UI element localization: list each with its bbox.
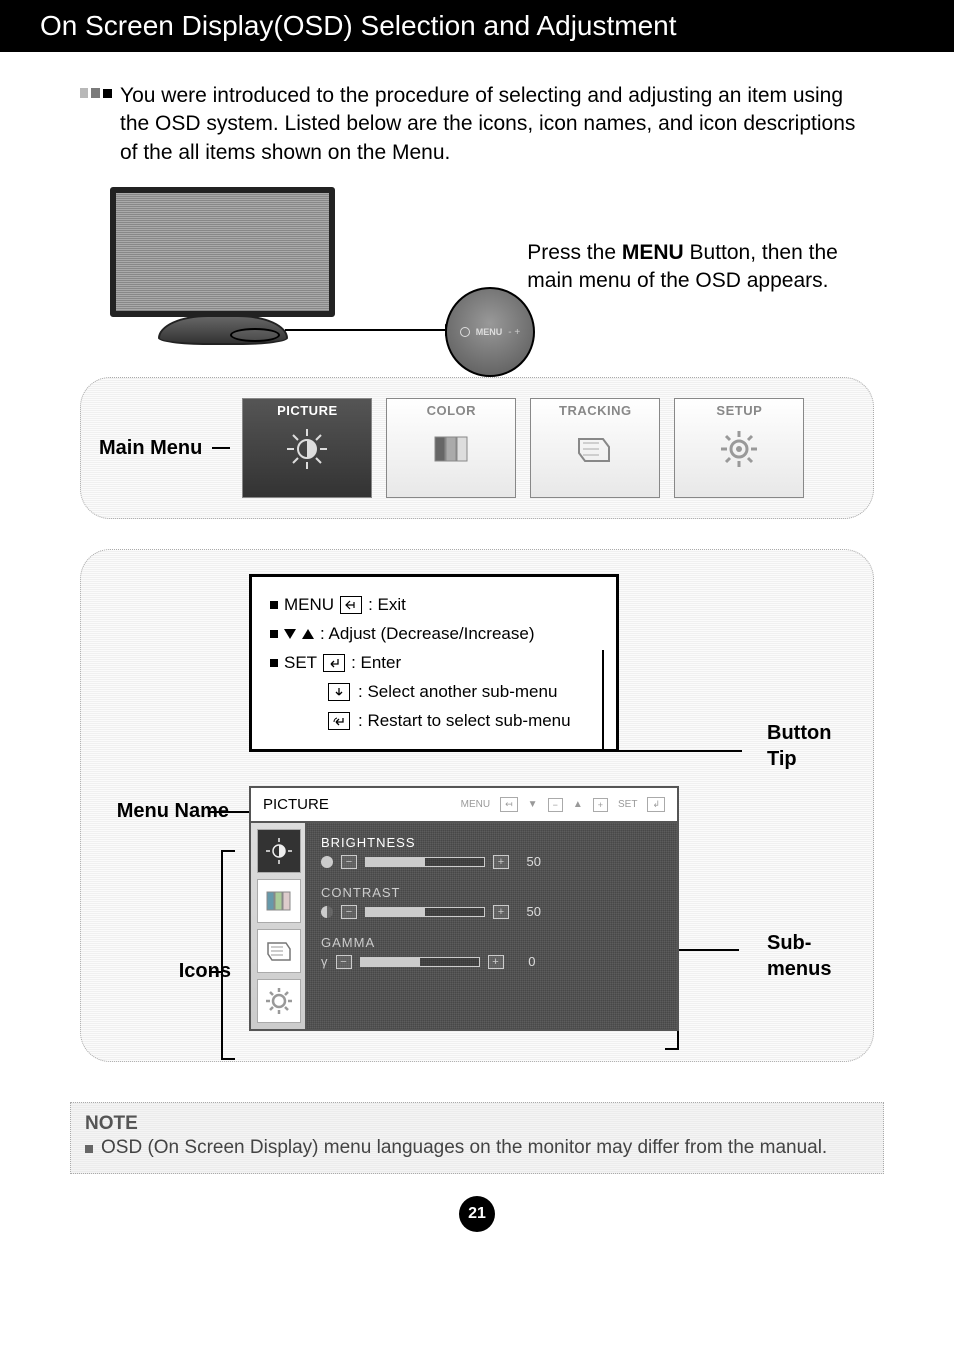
minus-button[interactable]: − — [341, 905, 357, 919]
osd-item-brightness[interactable]: BRIGHTNESS − + 50 — [321, 835, 663, 869]
enter-mini-icon: ↲ — [647, 797, 665, 812]
osd-item-title: BRIGHTNESS — [321, 835, 663, 850]
osd-item-gamma[interactable]: GAMMA γ − + 0 — [321, 935, 663, 969]
sidebar-icon-setup[interactable] — [257, 979, 301, 1023]
button-tip-label: Button Tip — [767, 720, 847, 772]
menu-tile-color[interactable]: COLOR — [386, 398, 516, 498]
plus-button[interactable]: + — [488, 955, 504, 969]
menu-tile-picture[interactable]: PICTURE — [242, 398, 372, 498]
gear-icon — [714, 424, 764, 474]
osd-item-title: CONTRAST — [321, 885, 663, 900]
restart-key-icon — [328, 712, 350, 730]
minus-button[interactable]: − — [336, 955, 352, 969]
leader-line — [679, 949, 739, 951]
triangle-down-icon — [284, 629, 296, 639]
menu-tile-setup[interactable]: SETUP — [674, 398, 804, 498]
down-arrow-key-icon — [328, 683, 350, 701]
monitor-diagram: Press the MENU Button, then the main men… — [110, 187, 874, 347]
page-title: On Screen Display(OSD) Selection and Adj… — [0, 0, 954, 52]
triangle-up-icon — [302, 629, 314, 639]
exit-key-icon — [340, 596, 362, 614]
leader-line — [212, 447, 230, 449]
menu-tile-title: TRACKING — [531, 403, 659, 418]
osd-window: PICTURE MENU↤ ▼− ▲+ SET↲ — [249, 786, 679, 1031]
main-menu-tiles: PICTURE COLOR TRACKING SETUP — [242, 398, 855, 498]
color-icon — [426, 424, 476, 474]
sub-menus-label: Sub-menus — [767, 930, 847, 982]
button-tip-box: MENU : Exit : Adjust (Decrease/Increase)… — [249, 574, 619, 752]
plus-button[interactable]: + — [493, 905, 509, 919]
menu-tile-tracking[interactable]: TRACKING — [530, 398, 660, 498]
leader-line — [602, 650, 604, 750]
main-menu-label: Main Menu — [99, 437, 202, 460]
plus-button[interactable]: + — [493, 855, 509, 869]
osd-item-value: 50 — [517, 854, 541, 869]
osd-detail-panel: MENU : Exit : Adjust (Decrease/Increase)… — [80, 549, 874, 1062]
brightness-icon — [282, 424, 332, 474]
leader-line — [602, 750, 742, 752]
note-title: NOTE — [85, 1113, 869, 1135]
button-tip-adjust: : Adjust (Decrease/Increase) — [270, 620, 598, 649]
note-box: NOTE OSD (On Screen Display) menu langua… — [70, 1102, 884, 1174]
osd-item-title: GAMMA — [321, 935, 663, 950]
sidebar-icon-tracking[interactable] — [257, 929, 301, 973]
sidebar-icon-brightness[interactable] — [257, 829, 301, 873]
osd-header-keys: MENU↤ ▼− ▲+ SET↲ — [461, 797, 665, 812]
press-menu-text: Press the MENU Button, then the main men… — [527, 239, 874, 296]
button-tip-menu-exit: MENU : Exit — [270, 591, 598, 620]
button-tip-restart-submenu: : Restart to select sub-menu — [328, 707, 598, 736]
plus-mini-icon: + — [593, 798, 608, 812]
arrow-line — [285, 329, 455, 331]
slider-track[interactable] — [365, 907, 485, 917]
gamma-icon: γ — [321, 954, 328, 969]
slider-track[interactable] — [365, 857, 485, 867]
osd-item-value: 0 — [512, 954, 536, 969]
button-tip-set-enter: SET : Enter — [270, 649, 598, 678]
menu-tile-title: PICTURE — [243, 403, 371, 418]
intro-paragraph: You were introduced to the procedure of … — [80, 82, 874, 167]
controls-zoom-circle: MENU - + — [445, 287, 535, 377]
osd-menu-name: PICTURE — [263, 796, 329, 813]
osd-item-contrast[interactable]: CONTRAST − + 50 — [321, 885, 663, 919]
sidebar-icon-color[interactable] — [257, 879, 301, 923]
intro-bullet-icons — [80, 88, 112, 98]
page-number: 21 — [459, 1196, 495, 1232]
slider-track[interactable] — [360, 957, 480, 967]
button-tip-select-submenu: : Select another sub-menu — [328, 678, 598, 707]
menu-tile-title: SETUP — [675, 403, 803, 418]
osd-sidebar — [251, 823, 307, 1029]
enter-key-icon — [323, 654, 345, 672]
minus-button[interactable]: − — [341, 855, 357, 869]
leader-line — [209, 971, 223, 973]
bracket — [221, 850, 235, 1060]
osd-submenu-area: BRIGHTNESS − + 50 CONTRAST — [307, 823, 677, 1029]
note-bullet — [85, 1145, 93, 1153]
contrast-icon — [321, 906, 333, 918]
intro-text: You were introduced to the procedure of … — [120, 82, 874, 167]
minus-mini-icon: − — [548, 798, 563, 812]
exit-mini-icon: ↤ — [500, 797, 518, 812]
leader-line — [209, 811, 249, 813]
sun-icon — [321, 856, 333, 868]
osd-item-value: 50 — [517, 904, 541, 919]
tracking-icon — [570, 424, 620, 474]
monitor-illustration — [110, 187, 335, 347]
note-text: OSD (On Screen Display) menu languages o… — [101, 1137, 827, 1159]
osd-header: PICTURE MENU↤ ▼− ▲+ SET↲ — [251, 788, 677, 823]
menu-tile-title: COLOR — [387, 403, 515, 418]
main-menu-panel: Main Menu PICTURE COLOR TRACKING — [80, 377, 874, 519]
